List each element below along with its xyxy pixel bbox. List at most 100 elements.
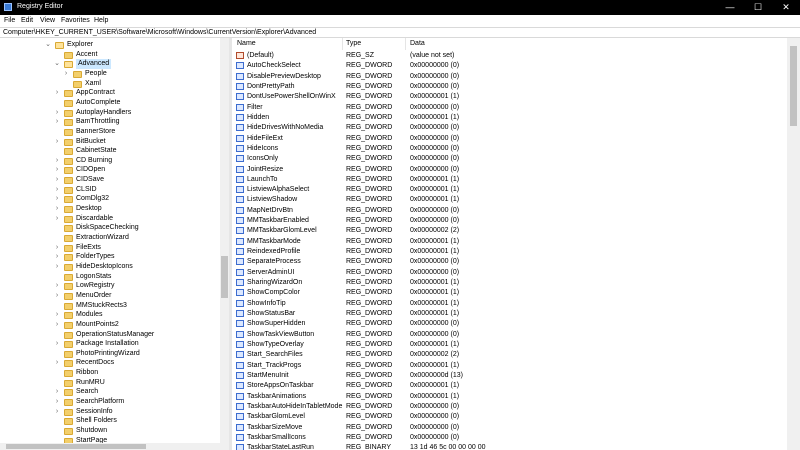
tree-horizontal-scrollbar[interactable]: [0, 443, 229, 450]
expand-chevron-icon[interactable]: ›: [53, 204, 61, 214]
column-header-name[interactable]: Name: [237, 40, 256, 47]
tree-item[interactable]: › AutoplayHandlers: [0, 108, 220, 118]
list-scroll-thumb[interactable]: [790, 46, 797, 126]
tree-item[interactable]: › Modules: [0, 310, 220, 320]
value-row[interactable]: (Default) REG_SZ (value not set): [232, 51, 787, 61]
tree-item[interactable]: › BitBucket: [0, 137, 220, 147]
value-row[interactable]: AutoCheckSelect REG_DWORD 0x00000000 (0): [232, 61, 787, 71]
value-row[interactable]: HideFileExt REG_DWORD 0x00000000 (0): [232, 134, 787, 144]
address-bar[interactable]: Computer\HKEY_CURRENT_USER\Software\Micr…: [0, 27, 800, 38]
expand-chevron-icon[interactable]: ›: [53, 165, 61, 175]
value-row[interactable]: SeparateProcess REG_DWORD 0x00000000 (0): [232, 257, 787, 267]
menu-edit[interactable]: Edit: [21, 17, 33, 24]
value-row[interactable]: Filter REG_DWORD 0x00000000 (0): [232, 103, 787, 113]
expand-chevron-icon[interactable]: [53, 378, 61, 388]
tree-item[interactable]: Ribbon: [0, 368, 220, 378]
value-row[interactable]: ShowStatusBar REG_DWORD 0x00000001 (1): [232, 309, 787, 319]
value-row[interactable]: ShowTaskViewButton REG_DWORD 0x00000000 (0…: [232, 330, 787, 340]
value-row[interactable]: Hidden REG_DWORD 0x00000001 (1): [232, 113, 787, 123]
value-row[interactable]: HideIcons REG_DWORD 0x00000000 (0): [232, 144, 787, 154]
value-row[interactable]: MMTaskbarEnabled REG_DWORD 0x00000000 (0): [232, 216, 787, 226]
tree-item[interactable]: › Desktop: [0, 204, 220, 214]
value-row[interactable]: MMTaskbarMode REG_DWORD 0x00000001 (1): [232, 237, 787, 247]
tree-vertical-scrollbar[interactable]: [220, 38, 229, 443]
value-row[interactable]: Start_TrackProgs REG_DWORD 0x00000001 (1): [232, 361, 787, 371]
tree-item[interactable]: Xaml: [0, 79, 220, 89]
value-row[interactable]: TaskbarAutoHideInTabletMode REG_DWORD 0x00…: [232, 402, 787, 412]
tree-item[interactable]: Accent: [0, 50, 220, 60]
expand-chevron-icon[interactable]: [53, 416, 61, 426]
value-row[interactable]: ListviewShadow REG_DWORD 0x00000001 (1): [232, 195, 787, 205]
expand-chevron-icon[interactable]: ›: [53, 252, 61, 262]
tree-item[interactable]: AutoComplete: [0, 98, 220, 108]
tree-item[interactable]: › AppContract: [0, 88, 220, 98]
expand-chevron-icon[interactable]: [53, 98, 61, 108]
value-row[interactable]: JointResize REG_DWORD 0x00000000 (0): [232, 165, 787, 175]
expand-chevron-icon[interactable]: ›: [53, 117, 61, 127]
value-row[interactable]: ReindexedProfile REG_DWORD 0x00000001 (1): [232, 247, 787, 257]
expand-chevron-icon[interactable]: [53, 146, 61, 156]
list-vertical-scrollbar[interactable]: [787, 38, 800, 450]
tree-item[interactable]: ⌄ Explorer: [0, 40, 220, 50]
expand-chevron-icon[interactable]: ›: [53, 320, 61, 330]
tree-item[interactable]: › Discardable: [0, 214, 220, 224]
tree-item[interactable]: › SessionInfo: [0, 407, 220, 417]
tree-item[interactable]: RunMRU: [0, 378, 220, 388]
expand-chevron-icon[interactable]: ›: [53, 358, 61, 368]
expand-chevron-icon[interactable]: [53, 301, 61, 311]
menu-view[interactable]: View: [40, 17, 55, 24]
value-row[interactable]: ServerAdminUI REG_DWORD 0x00000000 (0): [232, 268, 787, 278]
tree-item[interactable]: MMStuckRects3: [0, 301, 220, 311]
value-row[interactable]: LaunchTo REG_DWORD 0x00000001 (1): [232, 175, 787, 185]
value-row[interactable]: TaskbarSizeMove REG_DWORD 0x00000000 (0): [232, 423, 787, 433]
value-row[interactable]: Start_SearchFiles REG_DWORD 0x00000002 (2): [232, 350, 787, 360]
tree-hscroll-thumb[interactable]: [6, 444, 146, 449]
expand-chevron-icon[interactable]: ›: [53, 407, 61, 417]
tree-item[interactable]: Shutdown: [0, 426, 220, 436]
tree-item[interactable]: › Package Installation: [0, 339, 220, 349]
tree-item[interactable]: › HideDesktopIcons: [0, 262, 220, 272]
expand-chevron-icon[interactable]: [53, 50, 61, 60]
tree-item[interactable]: › FileExts: [0, 243, 220, 253]
tree-item[interactable]: Shell Folders: [0, 416, 220, 426]
tree-item[interactable]: › Search: [0, 387, 220, 397]
value-row[interactable]: DontPrettyPath REG_DWORD 0x00000000 (0): [232, 82, 787, 92]
tree-item[interactable]: › ComDlg32: [0, 194, 220, 204]
maximize-button[interactable]: ☐: [744, 0, 772, 15]
tree-item[interactable]: › CD Burning: [0, 156, 220, 166]
column-separator[interactable]: [342, 38, 343, 50]
close-button[interactable]: ✕: [772, 0, 800, 15]
column-header-type[interactable]: Type: [346, 40, 361, 47]
expand-chevron-icon[interactable]: ›: [53, 88, 61, 98]
tree-item[interactable]: › CLSID: [0, 185, 220, 195]
expand-chevron-icon[interactable]: ›: [53, 156, 61, 166]
value-row[interactable]: ShowSuperHidden REG_DWORD 0x00000000 (0): [232, 319, 787, 329]
column-header-data[interactable]: Data: [410, 40, 425, 47]
minimize-button[interactable]: —: [716, 0, 744, 15]
value-row[interactable]: DisablePreviewDesktop REG_DWORD 0x00000000…: [232, 72, 787, 82]
value-row[interactable]: MMTaskbarGlomLevel REG_DWORD 0x00000002 (2…: [232, 226, 787, 236]
tree-item[interactable]: › SearchPlatform: [0, 397, 220, 407]
value-row[interactable]: TaskbarAnimations REG_DWORD 0x00000001 (1): [232, 392, 787, 402]
tree-item[interactable]: PhotoPrintingWizard: [0, 349, 220, 359]
value-row[interactable]: ShowInfoTip REG_DWORD 0x00000001 (1): [232, 299, 787, 309]
value-row[interactable]: TaskbarSmallIcons REG_DWORD 0x00000000 (0): [232, 433, 787, 443]
expand-chevron-icon[interactable]: ›: [62, 69, 70, 79]
expand-chevron-icon[interactable]: [53, 426, 61, 436]
expand-chevron-icon[interactable]: ›: [53, 281, 61, 291]
column-separator[interactable]: [405, 38, 406, 50]
collapse-chevron-icon[interactable]: ⌄: [44, 40, 52, 50]
tree-item[interactable]: › FolderTypes: [0, 252, 220, 262]
value-row[interactable]: TaskbarStateLastRun REG_BINARY 13 1d 46 5c…: [232, 443, 787, 450]
expand-chevron-icon[interactable]: [53, 349, 61, 359]
expand-chevron-icon[interactable]: ›: [53, 339, 61, 349]
expand-chevron-icon[interactable]: [53, 127, 61, 137]
tree-item[interactable]: › BamThrottling: [0, 117, 220, 127]
expand-chevron-icon[interactable]: ›: [53, 262, 61, 272]
expand-chevron-icon[interactable]: ›: [53, 310, 61, 320]
tree-item[interactable]: LogonStats: [0, 272, 220, 282]
value-row[interactable]: ListviewAlphaSelect REG_DWORD 0x00000001 (…: [232, 185, 787, 195]
tree-item[interactable]: OperationStatusManager: [0, 330, 220, 340]
expand-chevron-icon[interactable]: ›: [53, 243, 61, 253]
value-row[interactable]: HideDrivesWithNoMedia REG_DWORD 0x00000000…: [232, 123, 787, 133]
